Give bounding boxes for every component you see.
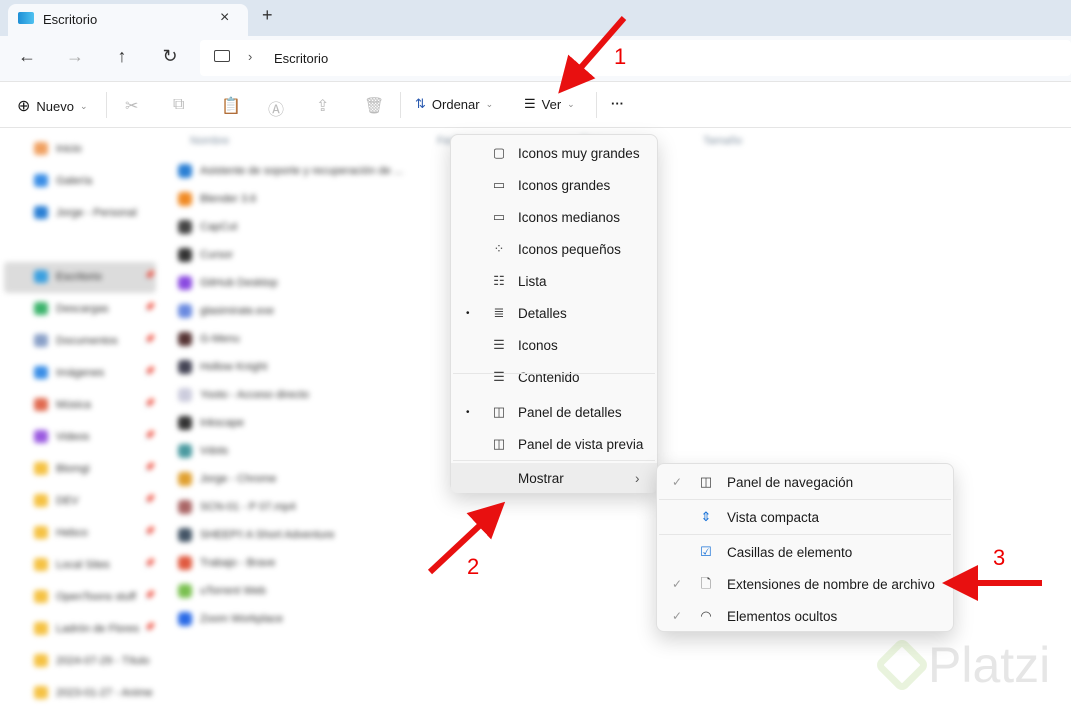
annotation-number: 2	[467, 554, 480, 579]
platzi-logo-icon	[873, 636, 931, 694]
arrow-2	[427, 501, 506, 575]
annotation-number: 1	[614, 44, 627, 69]
annotation-number: 3	[993, 545, 1006, 570]
annotation-arrows	[427, 16, 1042, 601]
platzi-watermark: Platzi	[873, 636, 1050, 694]
